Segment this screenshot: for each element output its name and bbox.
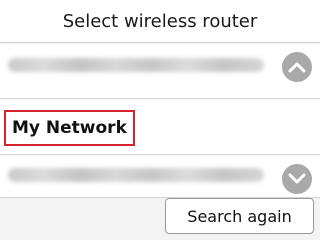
network-name-text: My Network bbox=[12, 118, 127, 138]
obscured-network-name bbox=[8, 168, 264, 182]
selected-network-label: My Network bbox=[4, 110, 135, 146]
chevron-down-icon bbox=[288, 173, 306, 184]
scroll-down-button[interactable] bbox=[282, 164, 312, 194]
search-again-button[interactable]: Search again bbox=[165, 198, 314, 234]
page-title-text: Select wireless router bbox=[62, 10, 258, 32]
router-list-item[interactable] bbox=[0, 156, 320, 198]
page-title: Select wireless router bbox=[0, 0, 320, 43]
obscured-network-name bbox=[8, 58, 264, 72]
scroll-up-button[interactable] bbox=[282, 52, 312, 82]
router-list-item[interactable] bbox=[0, 44, 320, 99]
search-again-label: Search again bbox=[187, 206, 292, 226]
chevron-up-icon bbox=[288, 62, 306, 73]
router-selection-screen: Select wireless router My Network Search… bbox=[0, 0, 320, 240]
router-list-item-selected[interactable]: My Network bbox=[0, 100, 320, 155]
